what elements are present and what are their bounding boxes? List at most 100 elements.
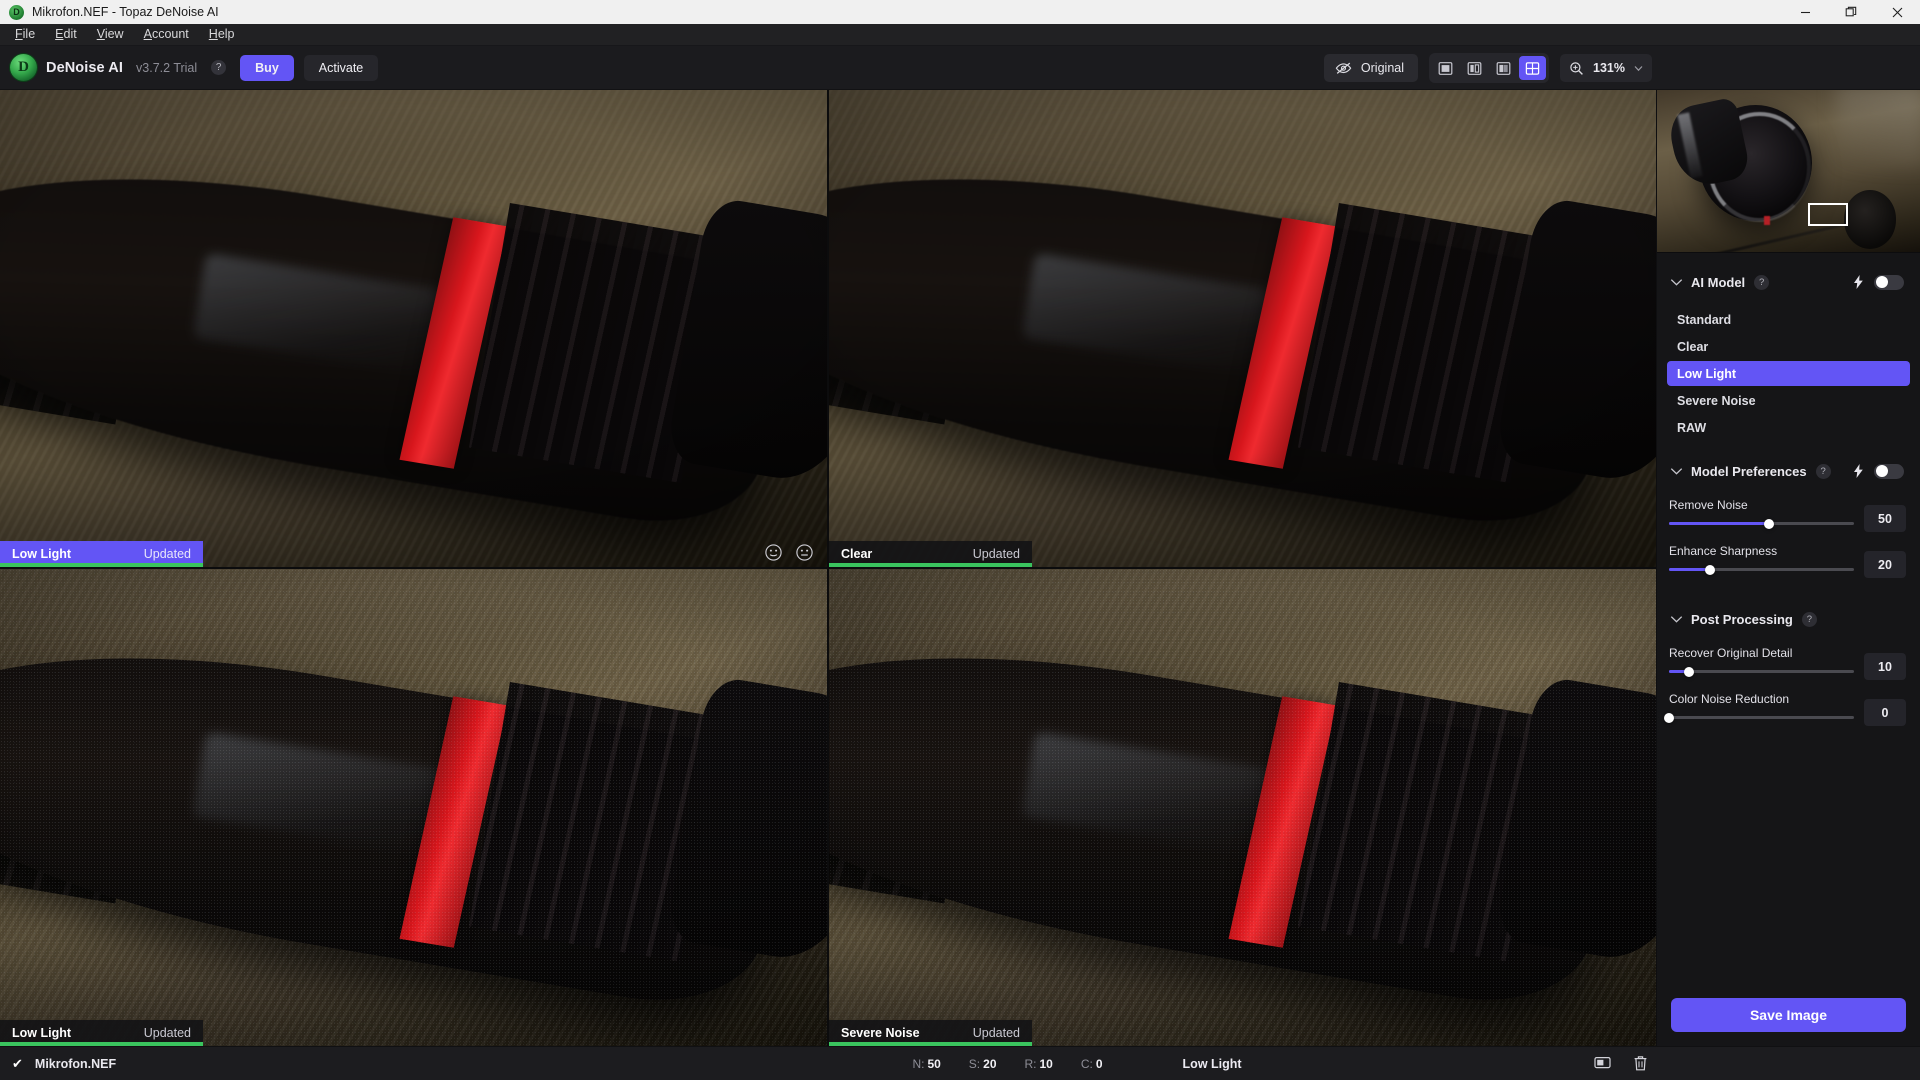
- slider-value-input[interactable]: 50: [1864, 505, 1906, 532]
- zoom-in-icon: [1569, 61, 1584, 76]
- lightning-bolt-icon: [1853, 275, 1865, 289]
- chevron-down-icon[interactable]: [1669, 275, 1683, 289]
- slider-label: Color Noise Reduction: [1669, 692, 1790, 706]
- pane-status: Updated: [143, 1026, 191, 1040]
- file-item[interactable]: ✔ Mikrofon.NEF: [0, 1056, 560, 1072]
- pane-model-name: Clear: [841, 547, 873, 561]
- status-bar-actions: [1594, 1055, 1920, 1072]
- slider-remove-noise: Remove Noise 50: [1657, 488, 1920, 534]
- menu-view[interactable]: View: [88, 24, 133, 45]
- slider-value-input[interactable]: 0: [1864, 699, 1906, 726]
- pane-progress-bar: [0, 1042, 203, 1046]
- menu-account[interactable]: Account: [135, 24, 198, 45]
- stat-recover: R: 10: [1024, 1056, 1053, 1071]
- preview-pane[interactable]: Low Light Updated: [0, 90, 827, 567]
- trash-icon[interactable]: [1633, 1055, 1650, 1072]
- stat-noise: N: 50: [912, 1056, 941, 1071]
- brand-block: D DeNoise AI v3.7.2 Trial ?: [0, 54, 227, 81]
- model-option-standard[interactable]: Standard: [1667, 307, 1910, 332]
- slider-label: Enhance Sharpness: [1669, 544, 1778, 558]
- save-area: Save Image: [1657, 998, 1920, 1046]
- show-original-toggle[interactable]: Original: [1323, 54, 1418, 82]
- slider-track[interactable]: [1669, 666, 1854, 677]
- settings-panel: AI Model ? Standard Clear Low Light Seve…: [1656, 90, 1920, 1046]
- denoise-app-logo-icon: D: [9, 4, 24, 20]
- model-option-raw[interactable]: RAW: [1667, 415, 1910, 440]
- lightning-bolt-icon: [1853, 464, 1865, 478]
- chevron-down-icon[interactable]: [1669, 612, 1683, 626]
- model-option-low-light[interactable]: Low Light: [1667, 361, 1910, 386]
- preview-compare-icon[interactable]: [1594, 1055, 1611, 1072]
- ai-model-help-icon[interactable]: ?: [1754, 274, 1770, 290]
- trial-help-icon[interactable]: ?: [211, 60, 227, 75]
- navigator-viewport-rect[interactable]: [1808, 203, 1848, 226]
- navigator-thumbnail: [1657, 90, 1920, 252]
- neutral-face-icon[interactable]: [795, 543, 814, 562]
- preview-pane[interactable]: Severe Noise Updated: [829, 569, 1656, 1046]
- pane-status: Updated: [143, 547, 191, 561]
- minimize-button[interactable]: [1782, 0, 1828, 24]
- slider-enhance-sharpness: Enhance Sharpness 20: [1657, 534, 1920, 580]
- section-header-post-processing[interactable]: Post Processing ?: [1657, 602, 1920, 636]
- section-title: Model Preferences: [1691, 463, 1807, 479]
- view-mode-single[interactable]: [1432, 56, 1459, 80]
- file-name-label: Mikrofon.NEF: [34, 1056, 117, 1071]
- stat-sharpness: S: 20: [968, 1056, 997, 1071]
- window-title: Mikrofon.NEF - Topaz DeNoise AI: [32, 5, 219, 19]
- eye-off-icon: [1335, 61, 1352, 75]
- view-mode-side-by-side[interactable]: [1490, 56, 1517, 80]
- zoom-control[interactable]: 131%: [1560, 54, 1652, 82]
- close-button[interactable]: [1874, 0, 1920, 24]
- slider-recover-original-detail: Recover Original Detail 10: [1657, 636, 1920, 682]
- section-header-model-preferences[interactable]: Model Preferences ?: [1657, 454, 1920, 488]
- view-mode-group: [1429, 53, 1549, 83]
- post-processing-help-icon[interactable]: ?: [1801, 611, 1817, 627]
- thumbs-up-smile-icon[interactable]: [764, 543, 783, 562]
- pane-model-name: Low Light: [12, 1026, 72, 1040]
- pane-progress-bar: [0, 563, 203, 567]
- feedback-buttons: [764, 543, 814, 562]
- chevron-down-icon[interactable]: [1634, 65, 1643, 72]
- activate-button[interactable]: Activate: [303, 54, 379, 81]
- slider-track[interactable]: [1664, 712, 1854, 723]
- checkmark-icon: ✔: [12, 1055, 23, 1071]
- save-image-button[interactable]: Save Image: [1671, 998, 1906, 1032]
- window-titlebar: D Mikrofon.NEF - Topaz DeNoise AI: [0, 0, 1920, 24]
- slider-track[interactable]: [1669, 518, 1854, 529]
- preview-pane[interactable]: Low Light Updated: [0, 569, 827, 1046]
- navigator-preview[interactable]: [1657, 90, 1920, 253]
- chevron-down-icon[interactable]: [1669, 464, 1683, 478]
- view-mode-split[interactable]: [1461, 56, 1488, 80]
- slider-label: Recover Original Detail: [1669, 646, 1793, 660]
- pane-model-name: Low Light: [12, 547, 72, 561]
- preview-pane[interactable]: Clear Updated: [829, 90, 1656, 567]
- slider-value-input[interactable]: 20: [1864, 551, 1906, 578]
- model-preferences-help-icon[interactable]: ?: [1815, 463, 1831, 479]
- show-original-label: Original: [1360, 61, 1404, 75]
- slider-value-input[interactable]: 10: [1864, 653, 1906, 680]
- model-option-severe-noise[interactable]: Severe Noise: [1667, 388, 1910, 413]
- model-preferences-auto-toggle[interactable]: [1874, 463, 1904, 479]
- section-header-ai-model[interactable]: AI Model ?: [1657, 265, 1920, 299]
- menu-edit[interactable]: Edit: [46, 24, 86, 45]
- buy-button[interactable]: Buy: [240, 54, 294, 81]
- brand-name: DeNoise AI: [46, 59, 124, 76]
- zoom-level-value: 131%: [1593, 61, 1625, 75]
- maximize-restore-button[interactable]: [1828, 0, 1874, 24]
- menu-help[interactable]: Help: [200, 24, 244, 45]
- preview-image: [0, 569, 827, 1046]
- window-controls: [1782, 0, 1920, 24]
- view-mode-comparison-grid[interactable]: [1519, 56, 1546, 80]
- ai-model-list: Standard Clear Low Light Severe Noise RA…: [1657, 299, 1920, 442]
- ai-model-header-controls: [1853, 274, 1904, 290]
- panel-sections: AI Model ? Standard Clear Low Light Seve…: [1657, 253, 1920, 998]
- pane-status: Updated: [972, 1026, 1020, 1040]
- main-toolbar: D DeNoise AI v3.7.2 Trial ? Buy Activate…: [0, 46, 1920, 90]
- section-title: AI Model: [1691, 274, 1746, 290]
- ai-model-auto-toggle[interactable]: [1874, 274, 1904, 290]
- model-preferences-header-controls: [1853, 463, 1904, 479]
- slider-track[interactable]: [1669, 564, 1854, 575]
- model-option-clear[interactable]: Clear: [1667, 334, 1910, 359]
- titlebar-left: D Mikrofon.NEF - Topaz DeNoise AI: [0, 4, 219, 20]
- menu-file[interactable]: File: [6, 24, 44, 45]
